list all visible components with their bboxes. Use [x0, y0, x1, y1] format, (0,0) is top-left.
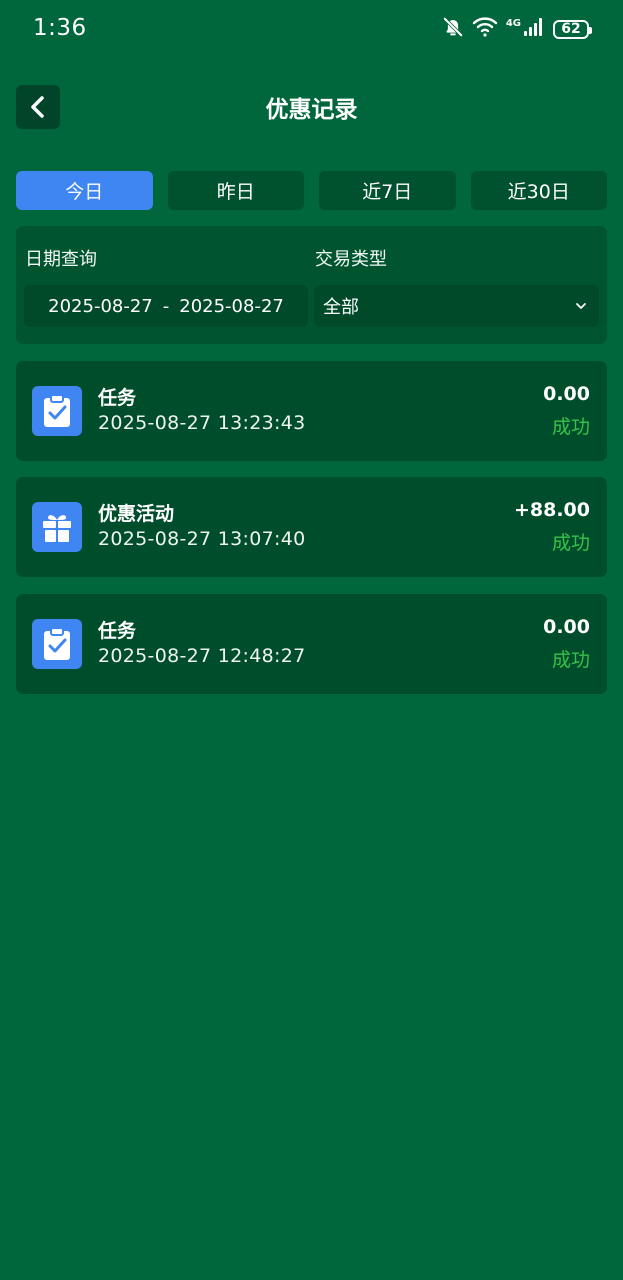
transaction-type-select[interactable]: 全部 — [314, 285, 599, 327]
record-item[interactable]: 任务 2025-08-27 13:23:43 0.00 成功 — [16, 361, 607, 461]
clipboard-check-icon — [32, 619, 82, 669]
status-bar: 1:36 4G 62 — [0, 0, 623, 60]
record-time: 2025-08-27 13:07:40 — [98, 528, 306, 550]
record-status: 成功 — [551, 649, 590, 671]
clipboard-check-icon — [32, 386, 82, 436]
transaction-type-label: 交易类型 — [315, 249, 387, 270]
record-item[interactable]: 优惠活动 2025-08-27 13:07:40 +88.00 成功 — [16, 477, 607, 577]
record-item[interactable]: 任务 2025-08-27 12:48:27 0.00 成功 — [16, 594, 607, 694]
record-amount: 0.00 — [543, 616, 590, 638]
chevron-down-icon — [576, 303, 586, 309]
start-date: 2025-08-27 — [48, 295, 153, 317]
status-icons: 4G 62 — [442, 16, 592, 42]
record-time: 2025-08-27 13:23:43 — [98, 412, 306, 434]
record-title: 任务 — [98, 387, 137, 409]
tab-today[interactable]: 今日 — [16, 171, 153, 210]
record-time: 2025-08-27 12:48:27 — [98, 645, 306, 667]
battery-icon: 62 — [553, 19, 592, 39]
page-title: 优惠记录 — [265, 97, 358, 123]
wifi-icon — [472, 16, 498, 42]
gift-icon — [32, 502, 82, 552]
tab-last-7-days[interactable]: 近7日 — [319, 171, 456, 210]
record-title: 优惠活动 — [98, 503, 175, 525]
battery-level: 62 — [561, 21, 581, 37]
date-range-picker[interactable]: 2025-08-27 - 2025-08-27 — [24, 285, 308, 327]
status-time: 1:36 — [33, 15, 87, 41]
record-title: 任务 — [98, 620, 137, 642]
tab-yesterday[interactable]: 昨日 — [167, 171, 304, 210]
end-date: 2025-08-27 — [179, 295, 284, 317]
record-amount: +88.00 — [513, 499, 590, 521]
transaction-type-value: 全部 — [323, 297, 359, 318]
record-amount: 0.00 — [543, 383, 590, 405]
bell-muted-icon — [442, 16, 464, 42]
tab-last-30-days[interactable]: 近30日 — [470, 171, 607, 210]
date-separator: - — [162, 295, 170, 317]
record-status: 成功 — [551, 416, 590, 438]
date-range-tabs: 今日 昨日 近7日 近30日 — [16, 171, 607, 210]
record-status: 成功 — [551, 532, 590, 554]
signal-icon — [523, 17, 545, 41]
network-type: 4G — [505, 17, 521, 29]
date-query-label: 日期查询 — [25, 249, 97, 270]
filter-panel: 日期查询 交易类型 2025-08-27 - 2025-08-27 全部 — [16, 226, 607, 344]
